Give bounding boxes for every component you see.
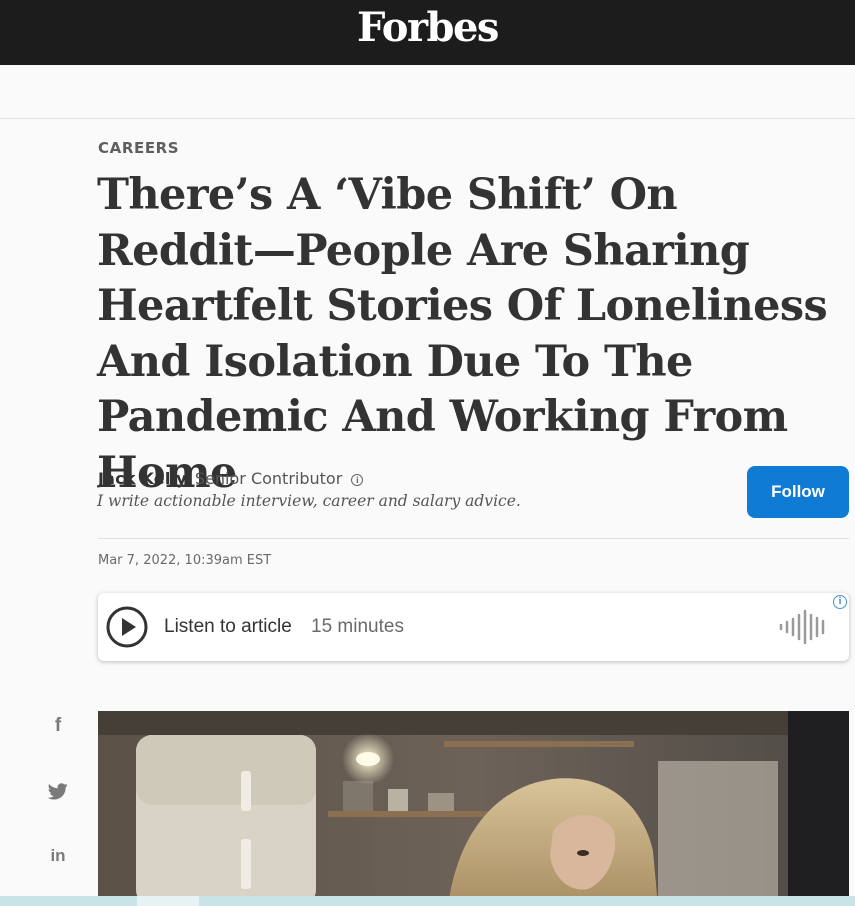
article-headline: There’s A ‘Vibe Shift’ On Reddit—People … <box>97 170 828 498</box>
hero-image <box>98 711 849 906</box>
author-name[interactable]: Jack Kelly <box>98 469 187 488</box>
bottom-banner <box>0 896 855 906</box>
audio-label: Listen to article <box>164 616 292 637</box>
audio-player[interactable]: Listen to article 15 minutes i <box>98 593 849 661</box>
article-channel[interactable]: CAREERS <box>98 139 179 157</box>
facebook-share-icon[interactable]: f <box>45 713 71 739</box>
byline-divider <box>98 538 849 539</box>
author-byline: Jack Kelly Senior Contributor i <box>98 469 364 488</box>
play-icon[interactable] <box>106 606 148 648</box>
waveform-icon <box>779 609 825 645</box>
top-nav-bar: Forbes <box>0 0 855 65</box>
author-bio: I write actionable interview, career and… <box>97 492 521 510</box>
forbes-logo[interactable]: Forbes <box>0 4 855 51</box>
twitter-bird-icon <box>48 782 68 799</box>
follow-button[interactable]: Follow <box>747 466 849 518</box>
ad-info-icon[interactable]: i <box>833 595 847 609</box>
info-icon[interactable]: i <box>351 474 364 486</box>
bottom-banner-tab <box>137 896 199 906</box>
linkedin-share-icon[interactable]: in <box>45 843 71 869</box>
twitter-share-icon[interactable] <box>45 778 71 804</box>
audio-duration: 15 minutes <box>311 616 404 637</box>
author-role: Senior Contributor <box>194 469 343 488</box>
sub-nav-bar <box>0 65 855 119</box>
publish-timestamp: Mar 7, 2022, 10:39am EST <box>98 553 272 568</box>
